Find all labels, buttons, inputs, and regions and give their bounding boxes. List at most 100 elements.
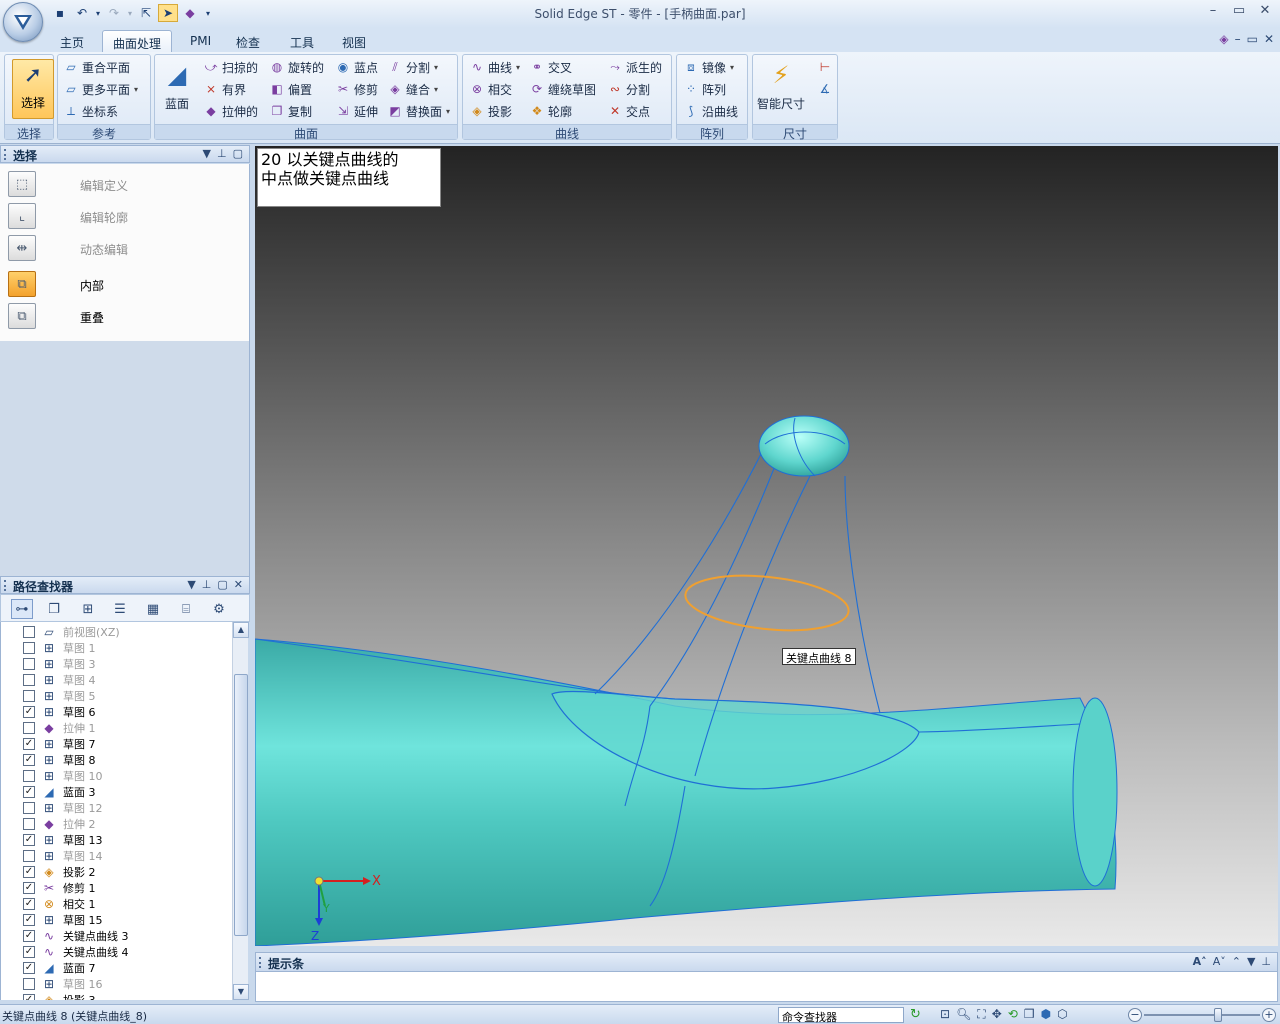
layers-icon[interactable]: ☰ bbox=[109, 599, 131, 619]
tab-home[interactable]: 主页 bbox=[50, 30, 94, 52]
panel-close-icon[interactable]: ✕ bbox=[234, 578, 243, 591]
pin-icon[interactable]: ⊥ bbox=[1261, 955, 1271, 968]
tree-item-checkbox[interactable]: ✓ bbox=[23, 834, 35, 846]
bluedot-button[interactable]: ◉ 蓝点 bbox=[335, 57, 378, 77]
tree-item-checkbox[interactable] bbox=[23, 674, 35, 686]
inside-item[interactable]: ⧉ 内部 bbox=[6, 269, 246, 299]
scroll-up-icon[interactable]: ▲ bbox=[233, 622, 249, 638]
tree-item-checkbox[interactable] bbox=[23, 802, 35, 814]
tree-item[interactable]: ✓ ⊞ 草图 15 bbox=[23, 912, 103, 928]
distance-dimension-button[interactable]: ⊢ bbox=[817, 57, 833, 77]
tree-item[interactable]: ▱ 前视图(XZ) bbox=[23, 624, 120, 640]
zoom-knob[interactable] bbox=[1214, 1008, 1222, 1022]
tree-item[interactable]: ⊞ 草图 1 bbox=[23, 640, 96, 656]
tree-item-checkbox[interactable] bbox=[23, 770, 35, 782]
tree-item-checkbox[interactable]: ✓ bbox=[23, 866, 35, 878]
collapse-icon[interactable]: ⌃ bbox=[1232, 955, 1241, 968]
zoom-out-icon[interactable]: − bbox=[1128, 1008, 1142, 1022]
scroll-down-icon[interactable]: ▼ bbox=[233, 984, 249, 1000]
tree-item-checkbox[interactable]: ✓ bbox=[23, 882, 35, 894]
maximize-icon[interactable]: ▭ bbox=[1230, 3, 1248, 18]
angle-dimension-button[interactable]: ∡ bbox=[817, 79, 833, 99]
view-orientation-icon[interactable]: ❒ bbox=[1024, 1007, 1035, 1022]
tree-item-checkbox[interactable]: ✓ bbox=[23, 962, 35, 974]
fit-icon[interactable]: ⛶ bbox=[977, 1007, 985, 1022]
smart-dimension-button[interactable]: ⚡ 智能尺寸 bbox=[757, 59, 805, 112]
select-button[interactable]: ➚ 选择 bbox=[12, 59, 54, 119]
panel-maximize-icon[interactable]: ▢ bbox=[217, 578, 227, 591]
tree-item[interactable]: ✓ ⊞ 草图 7 bbox=[23, 736, 96, 752]
tree-item-checkbox[interactable]: ✓ bbox=[23, 994, 35, 1000]
replace-face-button[interactable]: ◩ 替换面 ▾ bbox=[387, 101, 450, 121]
pipe-surface[interactable] bbox=[255, 638, 1117, 946]
pan-icon[interactable]: ✥ bbox=[992, 1007, 1002, 1022]
tree-item[interactable]: ◆ 拉伸 2 bbox=[23, 816, 96, 832]
tree-item-checkbox[interactable] bbox=[23, 978, 35, 990]
path-finder-scrollbar[interactable]: ▲ ▼ bbox=[232, 622, 249, 1000]
coincident-plane-button[interactable]: ▱ 重合平面 bbox=[63, 57, 130, 77]
tree-item-checkbox[interactable] bbox=[23, 658, 35, 670]
tree-item[interactable]: ⊞ 草图 4 bbox=[23, 672, 96, 688]
tree-item[interactable]: ✓ ◈ 投影 2 bbox=[23, 864, 96, 880]
tree-item[interactable]: ⊞ 草图 14 bbox=[23, 848, 103, 864]
project-button[interactable]: ◈ 投影 bbox=[469, 101, 512, 121]
tab-tools[interactable]: 工具 bbox=[280, 30, 324, 52]
tree-item-checkbox[interactable] bbox=[23, 722, 35, 734]
key-point-curve-highlight[interactable] bbox=[683, 569, 852, 638]
tree-item-checkbox[interactable] bbox=[23, 690, 35, 702]
minimize-icon[interactable]: – bbox=[1204, 3, 1222, 18]
tab-inspect[interactable]: 检查 bbox=[226, 30, 270, 52]
revolved-button[interactable]: ◍ 旋转的 bbox=[269, 57, 324, 77]
graphics-viewport[interactable]: X Y Z 20 以关键点曲线的 中点做关键点曲线 关键点曲线 8 bbox=[255, 146, 1278, 946]
tree-item[interactable]: ✓ ⊞ 草图 8 bbox=[23, 752, 96, 768]
tab-view[interactable]: 视图 bbox=[332, 30, 376, 52]
tree-item-checkbox[interactable]: ✓ bbox=[23, 738, 35, 750]
tree-item[interactable]: ✓ ⊗ 相交 1 bbox=[23, 896, 96, 912]
tree-item-checkbox[interactable] bbox=[23, 626, 35, 638]
shaded-view-icon[interactable]: ⬢ bbox=[1041, 1007, 1051, 1022]
go-icon[interactable]: ↻ bbox=[910, 1007, 921, 1022]
stitch-button[interactable]: ◈ 缝合 ▾ bbox=[387, 79, 438, 99]
tree-view-icon[interactable]: ⊶ bbox=[11, 599, 33, 619]
bounded-button[interactable]: ⨯ 有界 bbox=[203, 79, 246, 99]
scroll-thumb[interactable] bbox=[234, 674, 248, 936]
tree-item[interactable]: ⊞ 草图 3 bbox=[23, 656, 96, 672]
swept-button[interactable]: ⤻ 扫掠的 bbox=[203, 57, 258, 77]
features-icon[interactable]: ❐ bbox=[43, 599, 65, 619]
mirror-button[interactable]: ⧈ 镜像 ▾ bbox=[683, 57, 734, 77]
extend-button[interactable]: ⇲ 延伸 bbox=[335, 101, 378, 121]
zoom-icon[interactable]: 🔍︎ bbox=[956, 1007, 971, 1022]
tree-item[interactable]: ✓ ✂ 修剪 1 bbox=[23, 880, 96, 896]
tree-item-checkbox[interactable]: ✓ bbox=[23, 946, 35, 958]
derived-button[interactable]: ⤳ 派生的 bbox=[607, 57, 662, 77]
tab-pmi[interactable]: PMI bbox=[180, 30, 221, 52]
tree-item-checkbox[interactable] bbox=[23, 850, 35, 862]
rotate-icon[interactable]: ⟲ bbox=[1008, 1007, 1018, 1022]
tree-item[interactable]: ⊞ 草图 16 bbox=[23, 976, 103, 992]
tree-item[interactable]: ⊞ 草图 5 bbox=[23, 688, 96, 704]
contour-button[interactable]: ❖ 轮廓 bbox=[529, 101, 572, 121]
close-icon[interactable]: ✕ bbox=[1256, 3, 1274, 18]
zoom-track[interactable] bbox=[1144, 1014, 1260, 1016]
view-style-icon[interactable]: ⬡ bbox=[1057, 1007, 1067, 1022]
more-planes-button[interactable]: ▱ 更多平面 ▾ bbox=[63, 79, 138, 99]
split-surface-button[interactable]: ⫽ 分割 ▾ bbox=[387, 57, 438, 77]
tree-item[interactable]: ✓ ◢ 蓝面 3 bbox=[23, 784, 96, 800]
zoom-slider[interactable]: − + bbox=[1128, 1008, 1276, 1022]
options-icon[interactable]: ⚙ bbox=[208, 599, 230, 619]
along-curve-button[interactable]: ⟆ 沿曲线 bbox=[683, 101, 738, 121]
command-finder-input[interactable]: 命令查找器 bbox=[778, 1007, 904, 1024]
offset-button[interactable]: ◧ 偏置 bbox=[269, 79, 312, 99]
tree-item[interactable]: ✓ ◢ 蓝面 7 bbox=[23, 960, 96, 976]
split-curve-button[interactable]: ∾ 分割 bbox=[607, 79, 650, 99]
tree-item-checkbox[interactable]: ✓ bbox=[23, 754, 35, 766]
overlap-item[interactable]: ⧉ 重叠 bbox=[6, 301, 246, 331]
tree-item-checkbox[interactable]: ✓ bbox=[23, 706, 35, 718]
tree-item[interactable]: ✓ ◈ 投影 3 bbox=[23, 992, 96, 1000]
copy-button[interactable]: ❐ 复制 bbox=[269, 101, 312, 121]
pin-icon[interactable]: ⊥ bbox=[202, 578, 212, 591]
pipe-end-face[interactable] bbox=[1072, 697, 1118, 887]
tree-item-checkbox[interactable] bbox=[23, 818, 35, 830]
tree-item[interactable]: ◆ 拉伸 1 bbox=[23, 720, 96, 736]
pin-icon[interactable]: ⊥ bbox=[217, 147, 227, 160]
